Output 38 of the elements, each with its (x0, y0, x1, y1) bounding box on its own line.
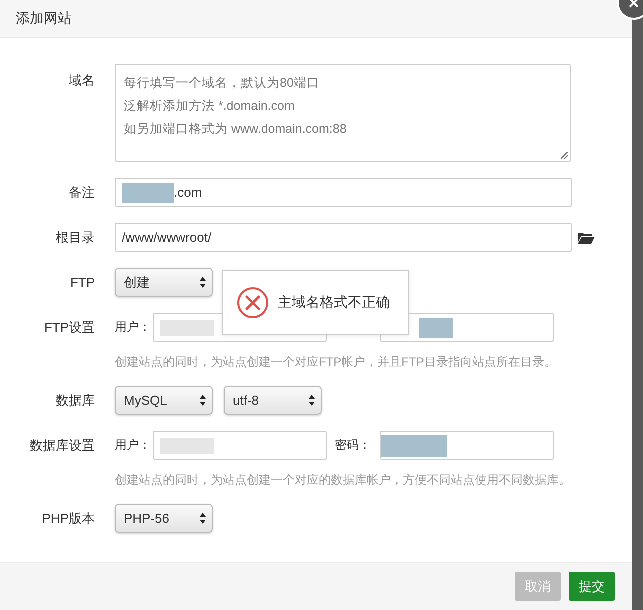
select-arrows-icon (200, 395, 206, 406)
field-label: PHP版本 (41, 510, 95, 528)
placeholder-text: 如另加端口格式为 www.domain.com:88 (124, 121, 347, 138)
field-value: /www/wwwroot/ (122, 230, 212, 245)
folder-icon[interactable] (578, 231, 595, 244)
ftp-password-field[interactable] (380, 313, 554, 342)
field-value: .com (174, 185, 202, 200)
database-password-field[interactable] (380, 431, 554, 460)
field-label: FTP设置 (43, 318, 95, 336)
note-field[interactable]: .com (115, 178, 572, 207)
placeholder-text: 每行填写一个域名，默认为80端口 (124, 75, 320, 92)
domain-field[interactable]: 每行填写一个域名，默认为80端口 泛解析添加方法 *.domain.com 如另加端口格式为 www.domain.com:88 (115, 64, 571, 162)
database-user-field[interactable] (153, 431, 327, 460)
field-label: 数据库 (55, 392, 95, 410)
error-icon (237, 286, 269, 318)
field-label: FTP (69, 275, 95, 290)
select-arrows-icon (309, 395, 315, 406)
field-label: 域名 (68, 72, 95, 90)
field-label: 密码： (335, 437, 372, 454)
field-label: 根目录 (55, 228, 95, 246)
dialog-title: 添加网站 (16, 10, 72, 28)
field-label: 备注 (68, 184, 95, 202)
field-label: 用户： (115, 319, 152, 336)
root-directory-field[interactable]: /www/wwwroot/ (115, 223, 572, 252)
resize-grip-icon (561, 152, 568, 159)
ftp-select[interactable]: 创建 (115, 268, 213, 297)
help-text: 创建站点的同时，为站点创建一个对应的数据库帐户，方便不同站点使用不同数据库。 (115, 472, 572, 489)
placeholder-text: 泛解析添加方法 *.domain.com (124, 98, 295, 115)
help-text: 创建站点的同时，为站点创建一个对应FTP帐户，并且FTP目录指向站点所在目录。 (115, 354, 558, 371)
select-arrows-icon (200, 513, 206, 524)
php-version-select[interactable]: PHP-56 (115, 504, 213, 533)
field-label: 数据库设置 (29, 436, 95, 454)
select-arrows-icon (200, 277, 206, 288)
field-label: 用户： (115, 437, 152, 454)
toast-message: 主域名格式不正确 (278, 294, 390, 312)
database-select[interactable]: utf-8 (224, 386, 322, 415)
database-select[interactable]: MySQL (115, 386, 213, 415)
dialog-button[interactable]: 提交 (569, 572, 615, 601)
